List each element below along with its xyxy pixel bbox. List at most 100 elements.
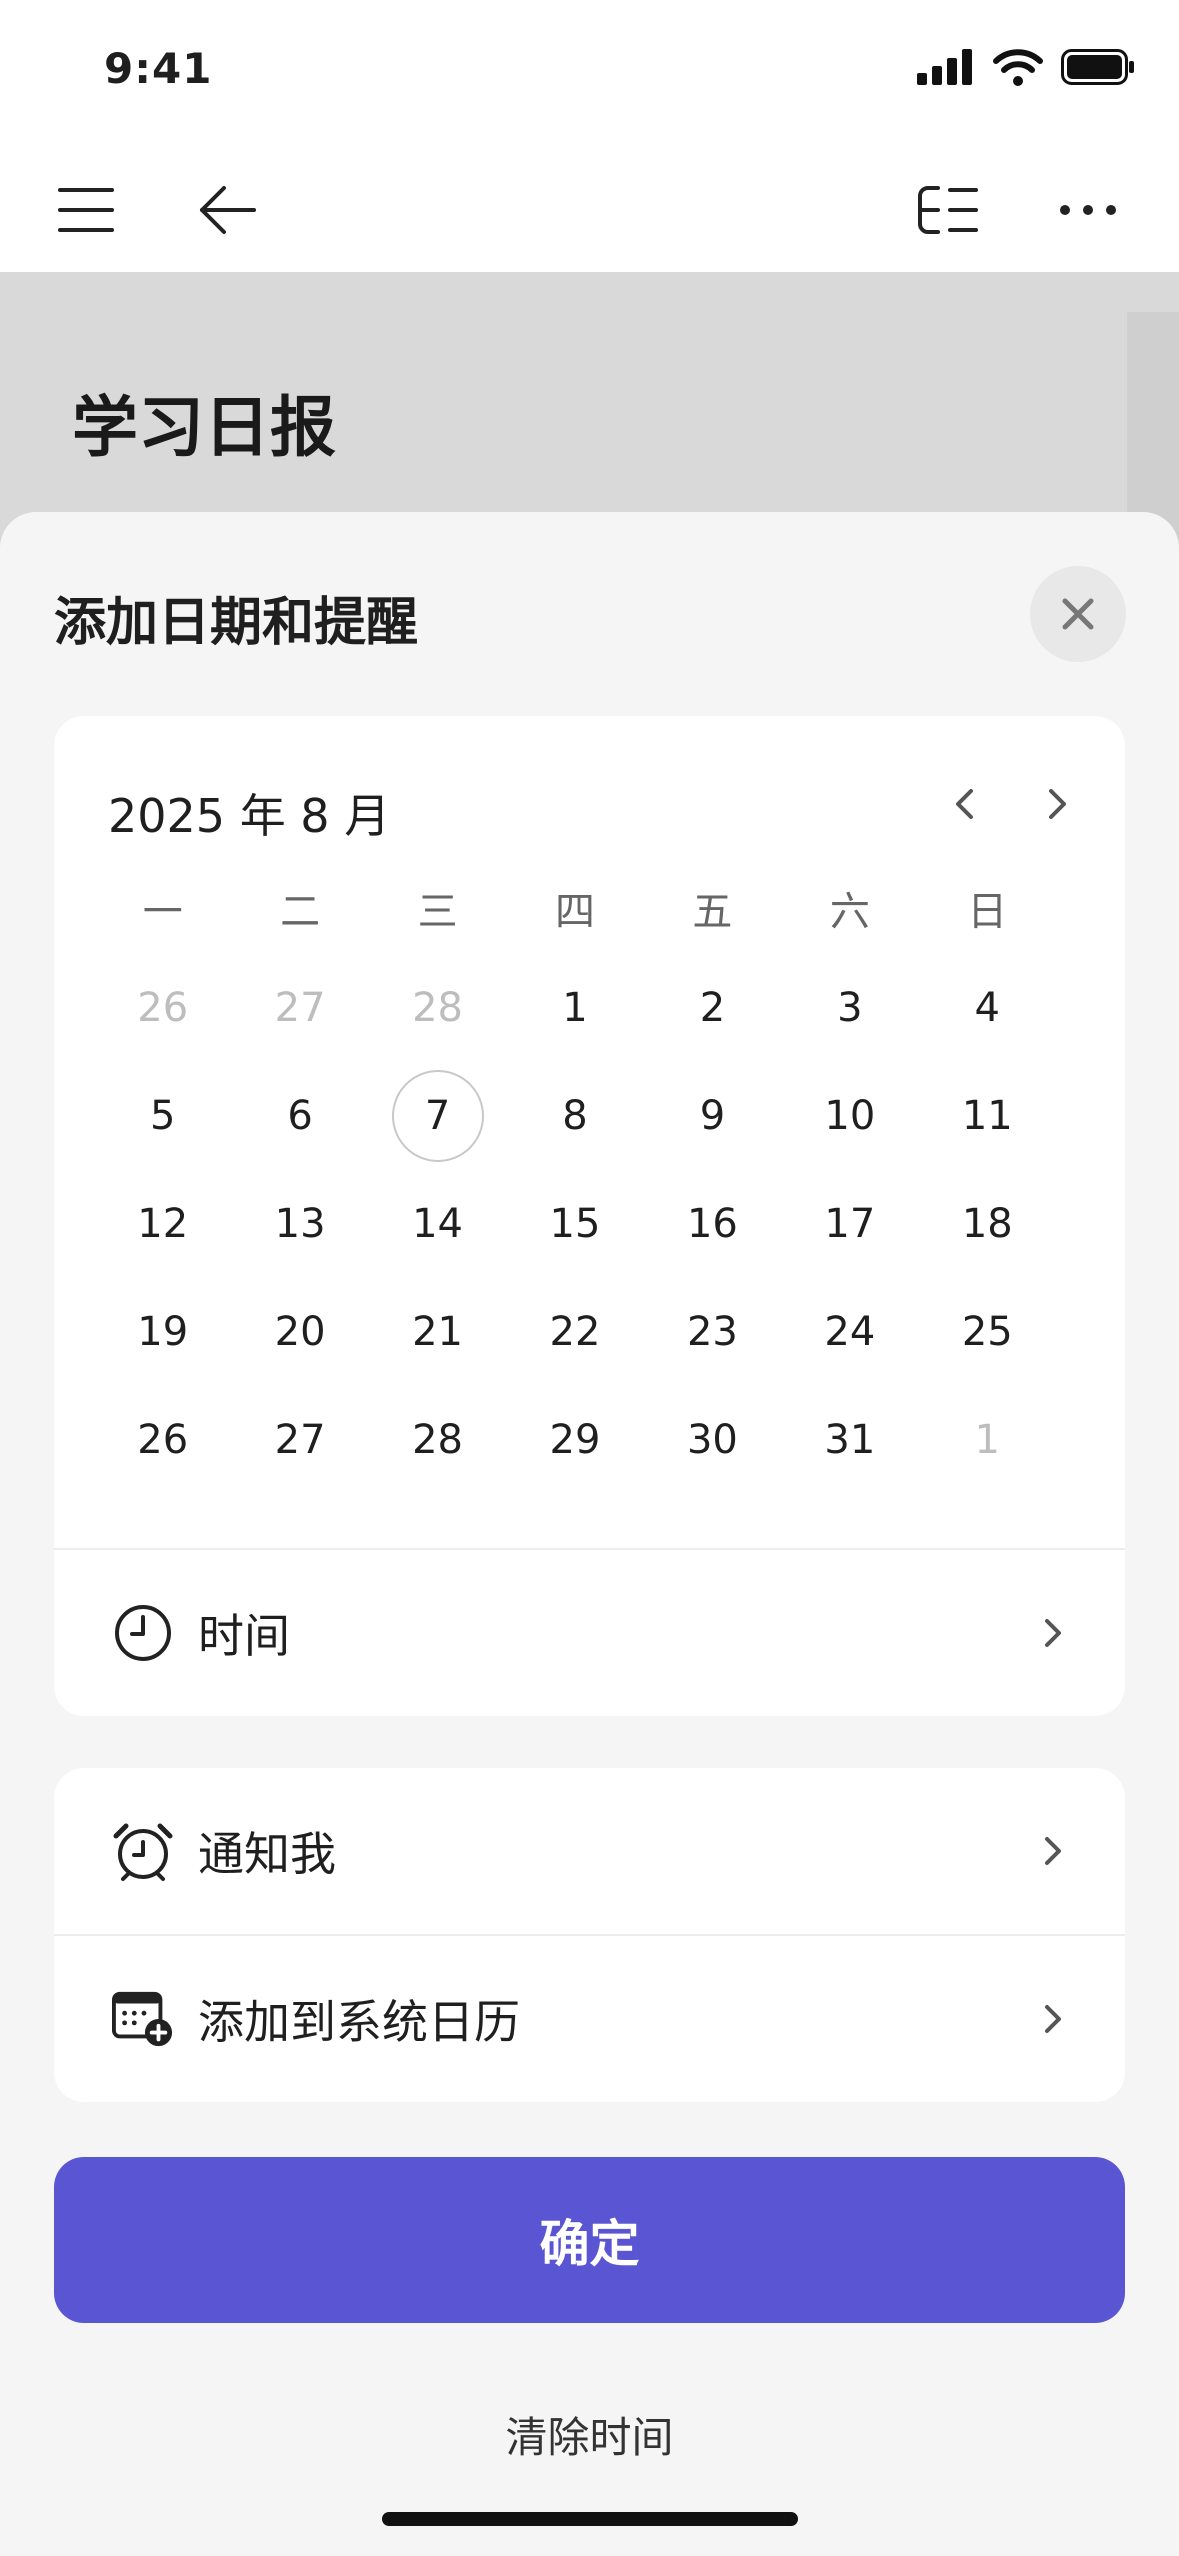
weekday-label: 四 [554, 889, 595, 935]
more-icon [1060, 205, 1116, 215]
page-title: 学习日报 [72, 389, 336, 466]
time-row[interactable]: 时间 [54, 1550, 1125, 1716]
outline-button[interactable] [908, 170, 988, 250]
day-cell[interactable]: 3 [781, 954, 918, 1062]
day-cell[interactable]: 9 [644, 1062, 781, 1170]
day-number: 31 [824, 1417, 876, 1463]
clock-icon [112, 1602, 174, 1664]
day-number: 10 [824, 1093, 876, 1139]
day-number: 16 [686, 1201, 738, 1247]
notify-card: 通知我 添加到系统日历 [54, 1768, 1125, 2102]
day-number: 26 [137, 1417, 189, 1463]
day-cell[interactable]: 10 [781, 1062, 918, 1170]
weekday-header: 一二三四五六日 [94, 884, 1056, 940]
day-cell[interactable]: 30 [644, 1386, 781, 1494]
day-number: 17 [824, 1201, 876, 1247]
day-number: 24 [824, 1309, 876, 1355]
day-cell[interactable]: 26 [94, 954, 231, 1062]
day-number: 1 [974, 1417, 1000, 1463]
alarm-clock-icon [112, 1820, 174, 1882]
close-button[interactable] [1030, 566, 1126, 662]
system-calendar-label: 添加到系统日历 [198, 1995, 520, 2049]
day-number: 28 [412, 985, 464, 1031]
day-number: 4 [974, 985, 1000, 1031]
day-cell[interactable]: 19 [94, 1278, 231, 1386]
day-number: 1 [562, 985, 588, 1031]
day-cell[interactable]: 28 [369, 954, 506, 1062]
day-number: 8 [562, 1093, 588, 1139]
weekday-label: 六 [829, 889, 870, 935]
day-cell[interactable]: 28 [369, 1386, 506, 1494]
day-cell[interactable]: 29 [506, 1386, 643, 1494]
day-cell-selected[interactable]: 7 [369, 1062, 506, 1170]
outline-icon [918, 186, 978, 234]
day-cell[interactable]: 8 [506, 1062, 643, 1170]
day-cell[interactable]: 27 [231, 1386, 368, 1494]
day-number: 19 [137, 1309, 189, 1355]
day-cell[interactable]: 26 [94, 1386, 231, 1494]
chevron-right-icon [1035, 2001, 1071, 2037]
more-button[interactable] [1048, 170, 1128, 250]
status-bar: 9:41 [0, 0, 1179, 140]
confirm-button[interactable]: 确定 [54, 2157, 1125, 2323]
day-cell[interactable]: 23 [644, 1278, 781, 1386]
time-label: 时间 [198, 1609, 290, 1663]
day-cell[interactable]: 2 [644, 954, 781, 1062]
next-month-button[interactable] [1026, 772, 1090, 836]
day-number: 28 [412, 1417, 464, 1463]
day-number: 18 [961, 1201, 1013, 1247]
day-number: 22 [549, 1309, 601, 1355]
day-number: 2 [699, 985, 726, 1031]
day-number: 30 [686, 1417, 738, 1463]
menu-button[interactable] [46, 170, 126, 250]
home-indicator [382, 2512, 798, 2526]
day-cell[interactable]: 20 [231, 1278, 368, 1386]
status-time: 9:41 [104, 44, 213, 93]
chevron-right-icon [1035, 1615, 1071, 1651]
day-cell[interactable]: 31 [781, 1386, 918, 1494]
day-number: 23 [686, 1309, 738, 1355]
day-number: 9 [699, 1093, 726, 1139]
weekday-label: 日 [967, 889, 1008, 935]
day-cell[interactable]: 6 [231, 1062, 368, 1170]
arrow-left-icon [200, 186, 256, 234]
day-cell[interactable]: 15 [506, 1170, 643, 1278]
notify-label: 通知我 [198, 1827, 336, 1881]
day-number: 25 [961, 1309, 1013, 1355]
day-cell[interactable]: 13 [231, 1170, 368, 1278]
day-number: 27 [274, 985, 326, 1031]
add-system-calendar-row[interactable]: 添加到系统日历 [54, 1936, 1125, 2102]
day-cell[interactable]: 14 [369, 1170, 506, 1278]
day-number: 14 [412, 1201, 464, 1247]
top-toolbar [0, 140, 1179, 272]
chevron-left-icon [956, 789, 973, 819]
close-icon [1062, 598, 1094, 630]
day-cell[interactable]: 1 [506, 954, 643, 1062]
day-number: 20 [274, 1309, 326, 1355]
day-cell[interactable]: 21 [369, 1278, 506, 1386]
clear-time-button[interactable]: 清除时间 [0, 2404, 1179, 2465]
day-number: 3 [837, 985, 863, 1031]
day-cell[interactable]: 16 [644, 1170, 781, 1278]
day-cell[interactable]: 18 [919, 1170, 1056, 1278]
day-cell[interactable]: 24 [781, 1278, 918, 1386]
day-cell[interactable]: 11 [919, 1062, 1056, 1170]
chevron-right-icon [1049, 789, 1066, 819]
day-cell[interactable]: 12 [94, 1170, 231, 1278]
day-cell[interactable]: 27 [231, 954, 368, 1062]
day-cell[interactable]: 25 [919, 1278, 1056, 1386]
day-cell[interactable]: 22 [506, 1278, 643, 1386]
wifi-icon [993, 49, 1043, 86]
day-cell[interactable]: 1 [919, 1386, 1056, 1494]
day-cell[interactable]: 5 [94, 1062, 231, 1170]
prev-month-button[interactable] [932, 772, 996, 836]
menu-icon [58, 188, 114, 232]
signal-icon [917, 49, 972, 85]
day-cell[interactable]: 4 [919, 954, 1056, 1062]
sheet-title: 添加日期和提醒 [54, 593, 419, 653]
day-cell[interactable]: 17 [781, 1170, 918, 1278]
day-number: 11 [961, 1093, 1013, 1139]
back-button[interactable] [188, 170, 268, 250]
calendar-card: 2025 年 8 月 一二三四五六日 26 27 28 1 2 3 4 5 6 7 8 9 10 11 12… [54, 716, 1125, 1716]
notify-row[interactable]: 通知我 [54, 1768, 1125, 1934]
